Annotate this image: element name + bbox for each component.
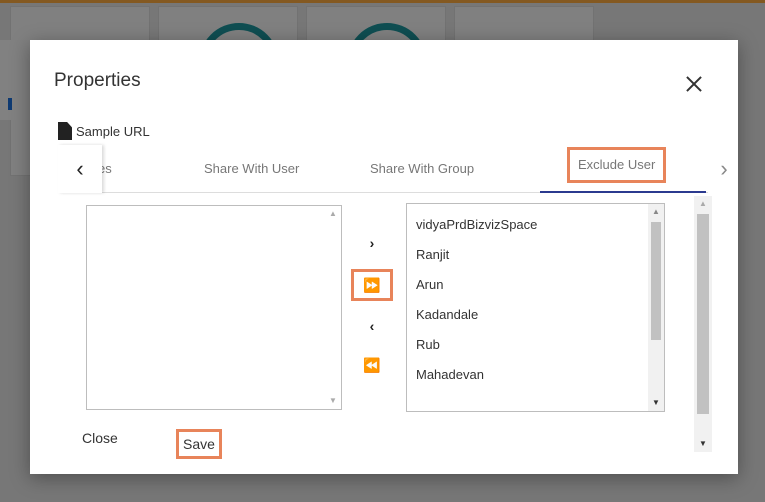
move-all-button[interactable]: ⏩ xyxy=(351,269,393,301)
scroll-thumb[interactable] xyxy=(697,214,709,414)
active-tab-indicator xyxy=(540,191,706,193)
list-item[interactable]: Rub xyxy=(416,332,537,362)
scroll-down-icon[interactable]: ▼ xyxy=(694,436,712,452)
list-item[interactable]: Arun xyxy=(416,272,537,302)
excluded-users-list[interactable]: vidyaPrdBizvizSpace Ranjit Arun Kadandal… xyxy=(406,203,665,412)
properties-dialog: Properties Sample URL erties Share With … xyxy=(30,40,738,474)
available-users-list[interactable]: ▲ ▼ xyxy=(86,205,342,410)
scroll-thumb[interactable] xyxy=(651,222,661,340)
dialog-title: Properties xyxy=(54,70,141,91)
save-button[interactable]: Save xyxy=(176,429,222,459)
remove-all-button[interactable]: ⏪ xyxy=(353,354,391,376)
available-list-scrollbar[interactable]: ▲ ▼ xyxy=(325,206,341,409)
scroll-up-icon[interactable]: ▲ xyxy=(325,206,341,222)
scroll-down-icon[interactable]: ▼ xyxy=(325,393,341,409)
list-item[interactable]: Ranjit xyxy=(416,242,537,272)
close-icon[interactable] xyxy=(686,76,702,92)
close-button[interactable]: Close xyxy=(82,430,118,446)
tab-exclude-user-label: Exclude User xyxy=(566,147,667,183)
move-selected-button[interactable]: › xyxy=(353,232,391,254)
excluded-users-items: vidyaPrdBizvizSpace Ranjit Arun Kadandal… xyxy=(416,212,537,392)
scroll-up-icon[interactable]: ▲ xyxy=(648,204,664,220)
excluded-list-scrollbar[interactable]: ▲ ▼ xyxy=(648,204,664,411)
file-row: Sample URL xyxy=(58,122,150,140)
tab-share-with-group[interactable]: Share With Group xyxy=(370,145,474,193)
list-item[interactable]: vidyaPrdBizvizSpace xyxy=(416,212,537,242)
file-name: Sample URL xyxy=(76,123,150,139)
chevron-right-icon: › xyxy=(720,156,728,181)
tab-exclude-user[interactable]: Exclude User xyxy=(566,147,671,186)
list-item[interactable]: Kadandale xyxy=(416,302,537,332)
list-item[interactable]: Mahadevan xyxy=(416,362,537,392)
tab-share-with-user[interactable]: Share With User xyxy=(204,145,299,193)
scroll-up-icon[interactable]: ▲ xyxy=(694,196,712,212)
tabs-prev-button[interactable]: ‹ xyxy=(58,145,102,193)
file-icon xyxy=(58,122,72,140)
remove-selected-button[interactable]: ‹ xyxy=(353,315,391,337)
tabs-next-button[interactable]: › xyxy=(712,145,736,193)
dialog-scrollbar[interactable]: ▲ ▼ xyxy=(694,196,712,452)
tab-bar: erties Share With User Share With Group … xyxy=(58,145,728,193)
chevron-left-icon: ‹ xyxy=(76,156,84,181)
scroll-down-icon[interactable]: ▼ xyxy=(648,395,664,411)
